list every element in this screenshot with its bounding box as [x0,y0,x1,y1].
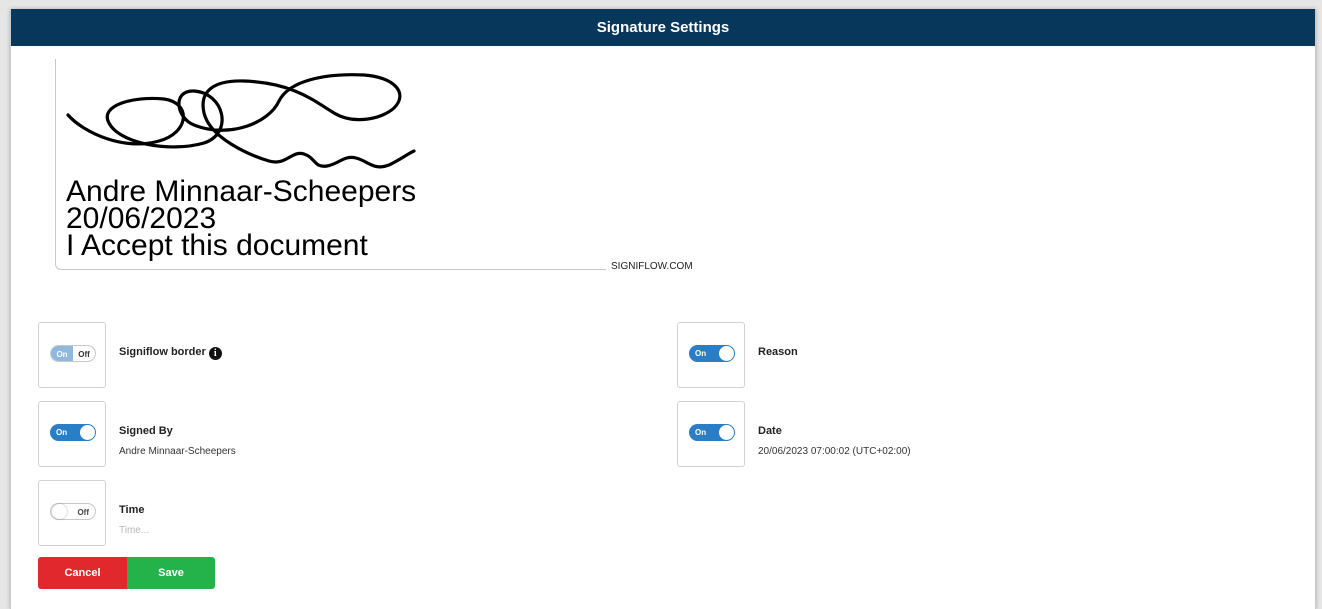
reason-toggle-text: On [695,349,707,358]
time-toggle-text: Off [77,508,89,517]
toggle-knob [52,504,67,519]
time-input[interactable]: Time... [119,525,149,536]
toggle-knob [80,425,95,440]
date-toggle-box: On [677,401,745,467]
signature-date: 20/06/2023 [66,202,217,235]
border-label-wrap: Signiflow border i [119,346,222,360]
date-value[interactable]: 20/06/2023 07:00:02 (UTC+02:00) [758,446,911,457]
signature-preview: Andre Minnaar-Scheepers 20/06/2023 I Acc… [55,59,606,270]
date-toggle-text: On [695,428,707,437]
signiflow-brand: SIGNIFLOW.COM [611,261,693,272]
info-icon[interactable]: i [208,347,222,360]
signature-settings-dialog: Signature Settings Andre Minnaar-Scheepe… [10,9,1316,609]
cancel-button[interactable]: Cancel [38,557,127,589]
toggle-knob [719,425,734,440]
time-toggle-box: Off [38,480,106,546]
border-toggle-off: Off [78,350,90,359]
reason-label: Reason [758,346,798,358]
time-label: Time [119,504,145,516]
signature-text: Andre Minnaar-Scheepers 20/06/2023 I Acc… [66,175,417,262]
dialog-title: Signature Settings [11,9,1315,46]
border-toggle-box: On Off [38,322,106,388]
save-button[interactable]: Save [127,557,215,589]
signature-name: Andre Minnaar-Scheepers [66,175,417,208]
border-label: Signiflow border [119,346,206,358]
date-toggle[interactable]: On [689,424,735,441]
signed-by-toggle[interactable]: On [50,424,96,441]
signed-by-toggle-box: On [38,401,106,467]
time-toggle[interactable]: Off [50,503,96,520]
signed-by-value[interactable]: Andre Minnaar-Scheepers [119,446,253,457]
reason-toggle[interactable]: On [689,345,735,362]
date-label: Date [758,425,782,437]
signed-by-label: Signed By [119,425,173,437]
toggle-knob [719,346,734,361]
border-toggle[interactable]: On Off [50,345,96,362]
border-toggle-on: On [51,346,73,361]
signed-by-toggle-text: On [56,428,68,437]
signature-reason: I Accept this document [66,229,368,262]
signature-image [66,73,416,169]
reason-toggle-box: On [677,322,745,388]
